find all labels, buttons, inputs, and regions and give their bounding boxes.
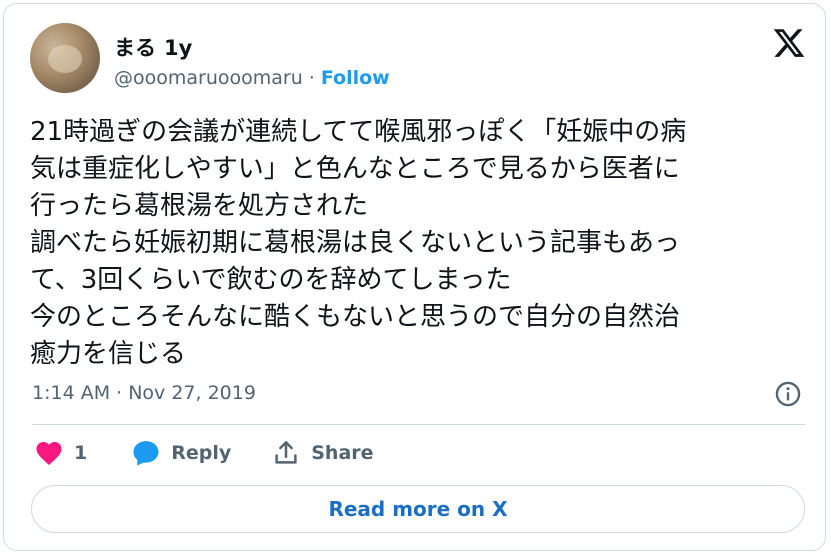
share-label: Share: [311, 442, 374, 464]
divider: [32, 424, 805, 425]
follow-button[interactable]: Follow: [321, 67, 390, 89]
tweet-text-line: 21時過ぎの会議が連続してて喉風邪っぽく「妊娠中の病: [30, 117, 687, 147]
author-handle-row: @ooomaruooomaru · Follow: [114, 67, 390, 89]
heart-icon: [36, 442, 62, 465]
like-button[interactable]: 1: [34, 438, 87, 468]
author-handle[interactable]: @ooomaruooomaru: [114, 67, 303, 89]
tweet-text-line: 気は重症化しやすい」と色んなところで見るから医者に: [30, 154, 680, 184]
x-logo-icon[interactable]: [772, 26, 806, 60]
action-bar: 1 Reply Share: [34, 438, 374, 468]
reply-button[interactable]: Reply: [131, 438, 231, 468]
tweet-text-line: 今のところそんなに酷くもないと思うので自分の自然治: [30, 302, 681, 332]
handle-separator: ·: [308, 67, 315, 89]
reply-label: Reply: [171, 442, 232, 464]
speech-bubble-icon: [133, 441, 159, 466]
avatar[interactable]: [30, 23, 100, 93]
tweet-card: まる 1y @ooomaruooomaru · Follow 21時過ぎの会議が…: [3, 3, 826, 551]
share-button[interactable]: Share: [271, 438, 374, 468]
author-name-row: まる 1y: [114, 32, 192, 62]
tweet-text-line: 癒力を信じる: [30, 339, 187, 369]
tweet-timestamp[interactable]: 1:14 AM · Nov 27, 2019: [32, 382, 256, 404]
account-age: 1y: [164, 36, 193, 60]
tweet-text-line: 調べたら妊娠初期に葛根湯は良くないという記事もあっ: [30, 228, 681, 258]
read-more-button[interactable]: Read more on X: [31, 485, 805, 533]
tweet-text-line: 行ったら葛根湯を処方された: [30, 191, 369, 221]
author-display-name[interactable]: まる: [114, 32, 156, 62]
like-count: 1: [74, 442, 88, 464]
tweet-text-line: て、3回くらいで飲むのを辞めてしまった: [30, 265, 512, 295]
info-icon[interactable]: [774, 380, 802, 408]
tweet-text: 21時過ぎの会議が連続してて喉風邪っぽく「妊娠中の病 気は重症化しやすい」と色ん…: [30, 114, 800, 373]
share-upload-icon: [275, 441, 297, 464]
